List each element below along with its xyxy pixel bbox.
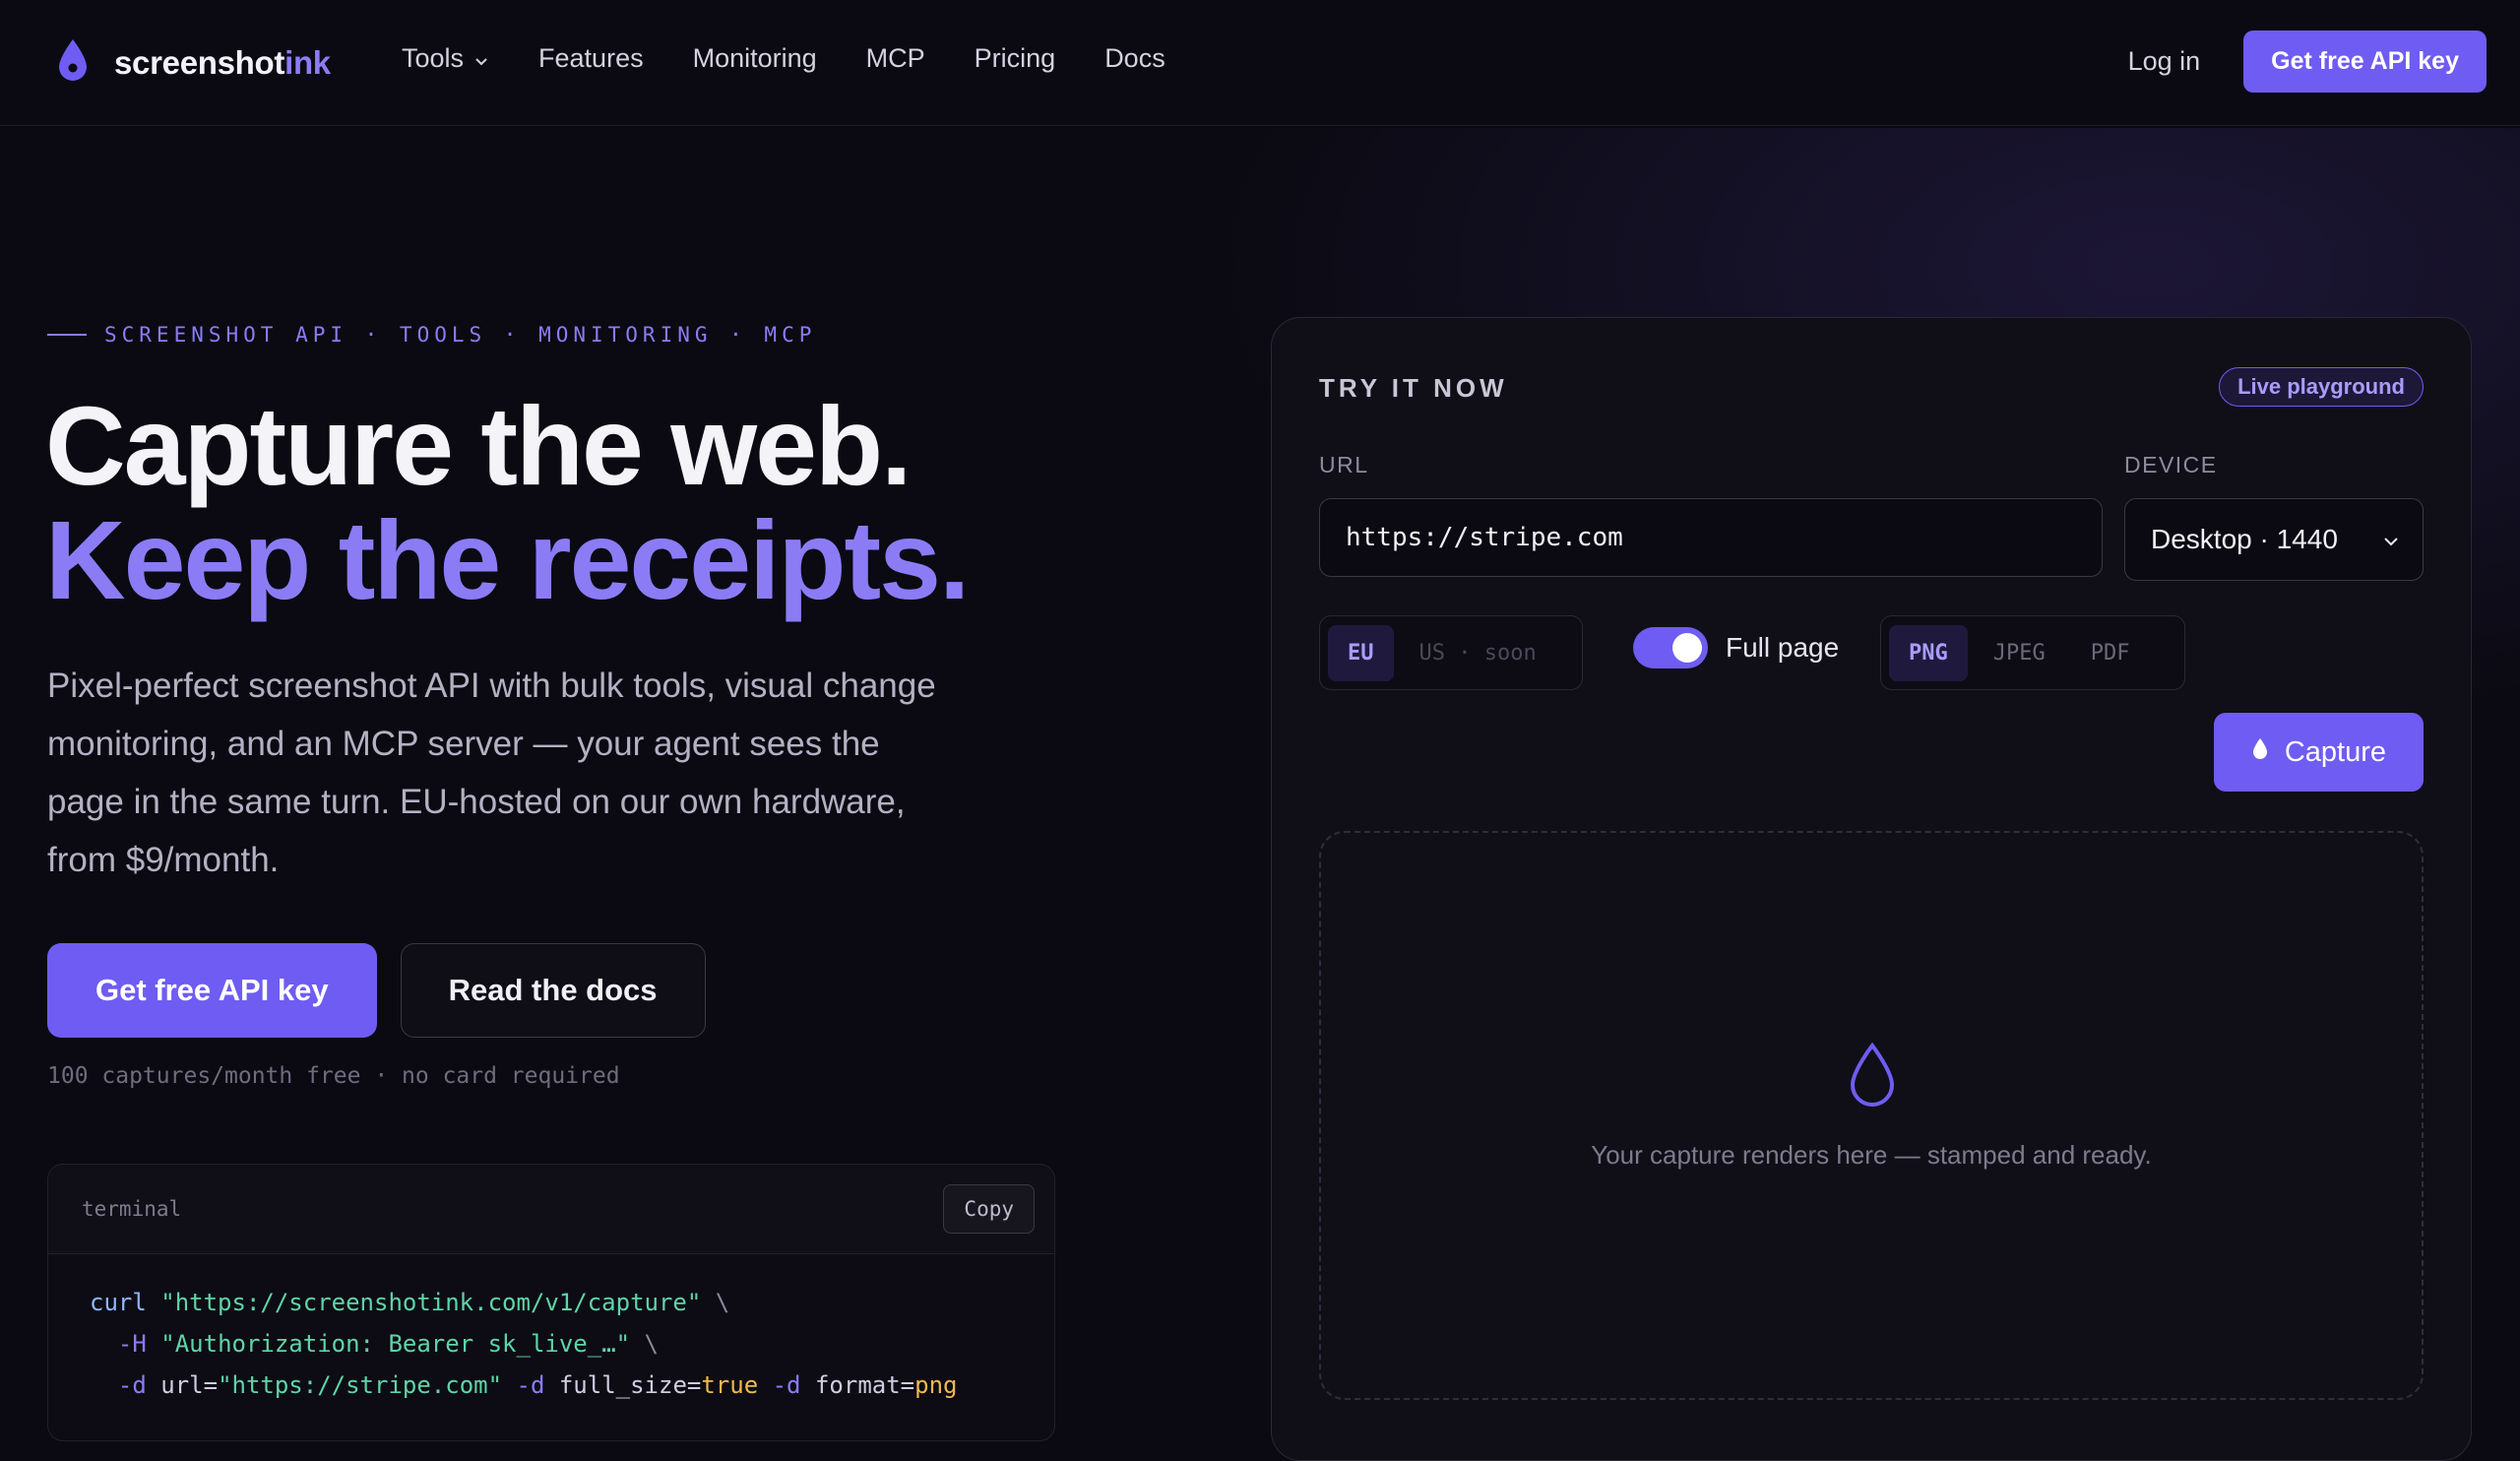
nav-link-pricing[interactable]: Pricing xyxy=(975,43,1056,74)
ink-drop-icon xyxy=(2251,736,2269,769)
read-docs-button[interactable]: Read the docs xyxy=(400,943,706,1038)
nav-link-features[interactable]: Features xyxy=(538,43,644,74)
ink-drop-icon xyxy=(55,37,91,88)
full-page-label: Full page xyxy=(1726,632,1840,663)
url-label: URL xyxy=(1319,452,1369,477)
hero-lede: Pixel-perfect screenshot API with bulk t… xyxy=(47,667,936,879)
terminal-snippet: terminal Copy curl "https://screenshotin… xyxy=(47,1164,1055,1441)
chevron-down-icon xyxy=(2381,524,2401,555)
playground-title: TRY IT NOW xyxy=(1319,373,1508,403)
device-select[interactable]: Desktop · 1440 xyxy=(2124,498,2424,581)
nav-link-tools[interactable]: Tools xyxy=(402,43,489,74)
capture-preview-area: Your capture renders here — stamped and … xyxy=(1319,831,2424,1400)
code-line-3: -d url="https://stripe.com" -d full_size… xyxy=(117,1371,958,1399)
capture-button-label: Capture xyxy=(2284,735,2386,768)
format-option-jpeg[interactable]: JPEG xyxy=(1974,625,2065,681)
region-option-eu[interactable]: EU xyxy=(1328,624,1394,681)
region-option-us: US · soon xyxy=(1418,640,1537,666)
eyebrow-rule xyxy=(47,334,87,336)
playground-panel: TRY IT NOW Live playground URL https://s… xyxy=(1271,317,2472,1461)
hero-eyebrow: SCREENSHOT API · TOOLS · MONITORING · MC… xyxy=(47,323,816,347)
toggle-knob xyxy=(1672,633,1702,663)
nav-link-monitoring[interactable]: Monitoring xyxy=(693,43,817,74)
brand-logo[interactable]: screenshotink xyxy=(55,37,331,88)
headline-line-2: Keep the receipts. xyxy=(45,498,970,622)
capture-button[interactable]: Capture xyxy=(2213,713,2424,792)
eyebrow-text: SCREENSHOT API · TOOLS · MONITORING · MC… xyxy=(104,323,817,347)
hero-fineprint: 100 captures/month free · no card requir… xyxy=(47,1063,620,1089)
top-nav: screenshotink Tools Features Monitoring … xyxy=(0,0,2520,126)
nav-link-docs[interactable]: Docs xyxy=(1104,43,1166,74)
device-label: DEVICE xyxy=(2124,452,2218,477)
terminal-header: terminal Copy xyxy=(48,1165,1054,1254)
ink-drop-icon xyxy=(1843,1040,1902,1113)
format-option-pdf[interactable]: PDF xyxy=(2071,625,2150,681)
headline-line-1: Capture the web. xyxy=(45,384,912,508)
get-api-key-button[interactable]: Get free API key xyxy=(47,943,377,1038)
brand-name: screenshotink xyxy=(114,43,331,81)
code-line-1: curl "https://screenshotink.com/v1/captu… xyxy=(90,1289,730,1316)
format-option-png[interactable]: PNG xyxy=(1889,624,1968,681)
preview-placeholder-text: Your capture renders here — stamped and … xyxy=(1591,1140,2152,1170)
copy-button[interactable]: Copy xyxy=(943,1184,1035,1234)
code-line-2: -H "Authorization: Bearer sk_live_…" \ xyxy=(117,1330,659,1358)
terminal-title: terminal xyxy=(82,1197,182,1221)
full-page-toggle-row: Full page xyxy=(1633,627,1839,668)
url-input[interactable]: https://stripe.com xyxy=(1319,498,2103,577)
nav-link-mcp[interactable]: MCP xyxy=(866,43,925,74)
chevron-down-icon xyxy=(473,43,489,74)
hero-cta-row: Get free API key Read the docs xyxy=(47,943,706,1038)
url-input-value: https://stripe.com xyxy=(1346,523,1623,552)
nav-links: Tools Features Monitoring MCP Pricing Do… xyxy=(402,43,1166,74)
region-selector: EU US · soon xyxy=(1319,615,1583,690)
login-link[interactable]: Log in xyxy=(2128,46,2201,77)
device-select-value: Desktop · 1440 xyxy=(2151,524,2338,554)
nav-actions: Log in Get free API key xyxy=(2128,31,2487,93)
terminal-code: curl "https://screenshotink.com/v1/captu… xyxy=(48,1254,1054,1406)
full-page-toggle[interactable] xyxy=(1633,627,1708,668)
hero-headline: Capture the web. Keep the receipts. xyxy=(45,384,970,622)
format-selector: PNG JPEG PDF xyxy=(1880,615,2185,690)
live-playground-badge: Live playground xyxy=(2219,367,2424,407)
nav-get-api-key-button[interactable]: Get free API key xyxy=(2243,31,2487,93)
